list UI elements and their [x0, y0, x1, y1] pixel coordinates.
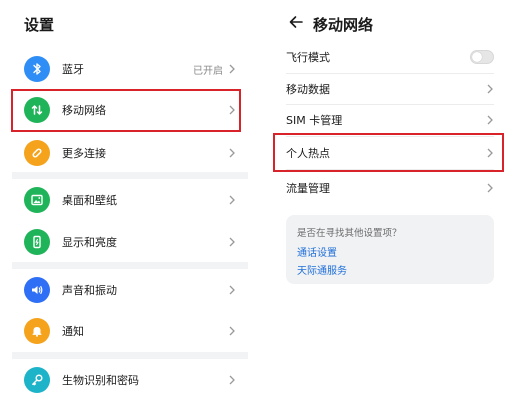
- sim-management-row[interactable]: SIM 卡管理: [286, 104, 494, 136]
- suggestion-question: 是否在寻找其他设置项？: [297, 228, 402, 239]
- chevron-right-icon: [487, 84, 493, 94]
- settings-item-more-connections[interactable]: 更多连接: [24, 135, 236, 171]
- chevron-right-icon: [229, 326, 235, 336]
- settings-item-label: 生物识别和密码: [62, 374, 139, 387]
- chevron-right-icon: [487, 115, 493, 125]
- mobile-data-row[interactable]: 移动数据: [286, 73, 494, 105]
- settings-item-notifications[interactable]: 通知: [24, 313, 236, 349]
- chevron-right-icon: [229, 148, 235, 158]
- toggle-knob: [472, 52, 482, 62]
- settings-item-label: 通知: [62, 325, 84, 338]
- settings-item-display[interactable]: 显示和亮度: [24, 224, 236, 260]
- settings-item-label: 蓝牙: [62, 63, 84, 76]
- airplane-mode-label: 飞行模式: [286, 51, 330, 64]
- sim-management-label: SIM 卡管理: [286, 114, 343, 127]
- chevron-right-icon: [229, 375, 235, 385]
- suggestion-card: 是否在寻找其他设置项？ 通话设置 天际通服务: [286, 215, 494, 284]
- settings-item-label: 更多连接: [62, 147, 106, 160]
- chevron-right-icon: [229, 285, 235, 295]
- settings-item-biometrics[interactable]: 生物识别和密码: [24, 362, 236, 398]
- section-divider: [12, 172, 248, 179]
- airplane-mode-row[interactable]: 飞行模式: [286, 41, 494, 73]
- call-settings-link[interactable]: 通话设置: [297, 244, 337, 259]
- settings-item-label: 显示和亮度: [62, 236, 117, 249]
- highlight-box: [273, 133, 504, 172]
- settings-item-label: 声音和振动: [62, 284, 117, 297]
- sound-icon: [24, 277, 50, 303]
- chevron-right-icon: [229, 237, 235, 247]
- settings-item-label: 桌面和壁纸: [62, 194, 117, 207]
- chevron-right-icon: [487, 183, 493, 193]
- bluetooth-icon: [24, 56, 50, 82]
- highlight-box: [11, 89, 241, 132]
- chevron-right-icon: [229, 64, 235, 74]
- page-title: 移动网络: [313, 16, 374, 34]
- page-title: 设置: [24, 16, 55, 34]
- bell-icon: [24, 318, 50, 344]
- section-divider: [12, 262, 248, 269]
- display-icon: [24, 229, 50, 255]
- settings-item-bluetooth[interactable]: 蓝牙 已开启: [24, 51, 236, 87]
- data-usage-row[interactable]: 流量管理: [286, 172, 494, 204]
- data-usage-label: 流量管理: [286, 182, 330, 195]
- bluetooth-status: 已开启: [193, 65, 223, 77]
- back-arrow-icon[interactable]: [288, 14, 304, 30]
- chevron-right-icon: [229, 195, 235, 205]
- mobile-data-label: 移动数据: [286, 83, 330, 96]
- wallpaper-icon: [24, 187, 50, 213]
- tianjitong-service-link[interactable]: 天际通服务: [297, 262, 347, 277]
- airplane-mode-toggle[interactable]: [470, 50, 494, 64]
- link-icon: [24, 140, 50, 166]
- section-divider: [12, 352, 248, 359]
- key-icon: [24, 367, 50, 393]
- settings-item-sound[interactable]: 声音和振动: [24, 272, 236, 308]
- settings-item-wallpaper[interactable]: 桌面和壁纸: [24, 182, 236, 218]
